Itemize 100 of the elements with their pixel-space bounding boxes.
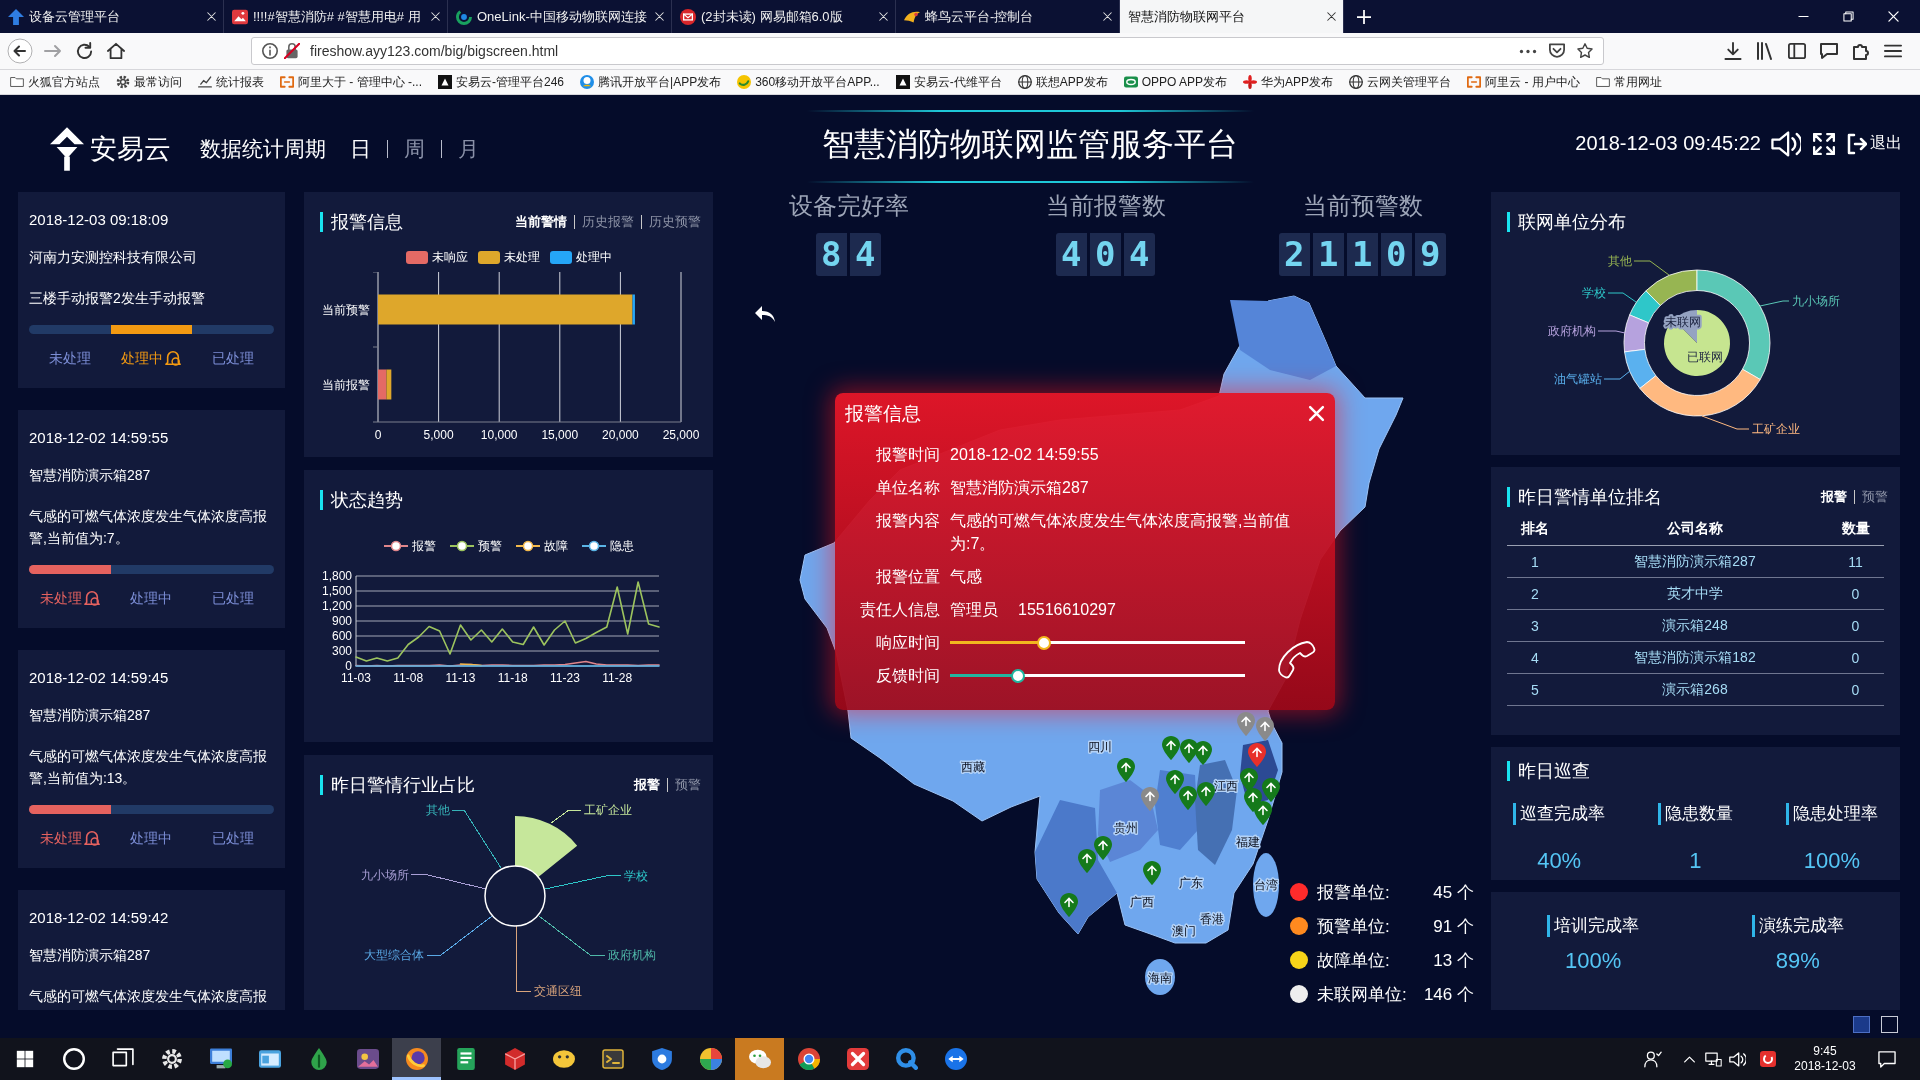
document-icon <box>454 1048 477 1070</box>
panel-tab[interactable]: 历史报警 <box>574 215 641 229</box>
extension-icon[interactable] <box>1852 42 1870 60</box>
status-step[interactable]: 处理中 <box>121 348 164 368</box>
table-cell-text: 0 <box>1850 681 1861 698</box>
bookmark-link[interactable]: 安易云-管理平台246 <box>438 73 565 91</box>
bookmark-link[interactable]: 腾讯开放平台|APP发布 <box>580 73 722 91</box>
gear-icon <box>160 1048 183 1070</box>
slider-thumb[interactable] <box>1010 668 1025 683</box>
segment-label: 九小场所 <box>1792 294 1840 308</box>
island-drawing <box>1253 853 1279 917</box>
insecure-lock-icon[interactable] <box>284 43 300 59</box>
tile-logo-icon[interactable] <box>1760 1051 1776 1067</box>
status-step[interactable]: 未处理 <box>39 588 82 608</box>
taskbar-button[interactable] <box>392 1038 441 1080</box>
back-icon[interactable] <box>7 38 33 64</box>
leader-line <box>1597 330 1626 334</box>
panel-tab[interactable]: 预警 <box>667 778 701 792</box>
legend-value: 146 个 <box>1423 983 1474 1006</box>
status-step[interactable]: 已处理 <box>212 588 255 608</box>
period-tab[interactable]: 月 <box>458 134 479 163</box>
bookmark-link[interactable]: 华为APP发布 <box>1243 73 1334 91</box>
terminal-icon <box>601 1048 624 1070</box>
status-step[interactable]: 处理中 <box>130 828 173 848</box>
pocket-icon[interactable] <box>1549 43 1565 59</box>
tab-close-icon[interactable] <box>1327 12 1336 21</box>
tick-label: 900 <box>331 614 352 628</box>
star-icon[interactable] <box>1577 43 1593 59</box>
segment-label: 其他 <box>1608 254 1632 268</box>
browser-tab[interactable]: 智慧消防物联网平台 <box>1120 0 1344 33</box>
chevron-up-icon[interactable] <box>1684 1055 1695 1063</box>
new-tab-icon[interactable] <box>1357 9 1371 24</box>
legend-label: 处理中 <box>575 248 612 266</box>
start-icon[interactable] <box>15 1050 34 1068</box>
panel-tab[interactable]: 报警 <box>627 778 667 792</box>
status-step[interactable]: 处理中 <box>130 588 173 608</box>
menu-icon[interactable] <box>1884 42 1902 60</box>
field-label: 反馈时间 <box>875 666 940 686</box>
table-cell-text: 演示箱248 <box>1661 616 1729 635</box>
download-icon[interactable] <box>1724 42 1742 60</box>
restore-icon[interactable] <box>1843 11 1854 22</box>
bookmark-link[interactable]: 统计报表 <box>198 73 264 91</box>
status-step[interactable]: 未处理 <box>48 348 91 368</box>
tick-label: 11-08 <box>393 671 424 685</box>
panel-tab[interactable]: 当前警情 <box>508 215 574 229</box>
bookmark-link[interactable]: 云网关管理平台 <box>1349 73 1452 91</box>
slider-thumb[interactable] <box>1037 635 1052 650</box>
bookmark-link[interactable]: 阿里云 - 用户中心 <box>1467 73 1580 91</box>
fullscreen-icon[interactable] <box>1813 132 1835 155</box>
alert-time: 2018-12-02 14:59:42 <box>29 908 170 928</box>
sector-label: 学校 <box>624 868 648 883</box>
bookmark-link[interactable]: 360移动开放平台APP... <box>737 73 880 91</box>
panel-tab[interactable]: 报警 <box>1814 490 1854 504</box>
current-datetime: 2018-12-03 09:45:22 <box>1575 132 1761 155</box>
bookmark-link[interactable]: 常用网址 <box>1595 73 1662 91</box>
home-icon[interactable] <box>107 42 125 60</box>
bookmark-link[interactable]: 联想APP发布 <box>1017 73 1108 91</box>
map-pin-icon[interactable] <box>1248 743 1266 767</box>
period-tab[interactable]: 日 <box>350 134 371 163</box>
map-pin-icon[interactable] <box>1256 717 1274 741</box>
panel-tab[interactable]: 历史预警 <box>641 215 701 229</box>
chat-icon[interactable] <box>1820 42 1838 60</box>
picture-icon <box>232 8 248 25</box>
ball-icon <box>699 1048 722 1070</box>
status-step[interactable]: 已处理 <box>212 828 255 848</box>
alert-text: 气感的可燃气体浓度发生气体浓度高报 <box>29 987 268 1006</box>
bookmark-link[interactable]: OPPO APP发布 <box>1123 73 1228 91</box>
bookmark-link[interactable]: 阿里大于 - 管理中心 -... <box>280 73 422 91</box>
info-icon[interactable] <box>262 43 278 59</box>
speaker-icon[interactable] <box>1771 129 1801 158</box>
more-icon[interactable] <box>1519 48 1537 54</box>
notification-icon[interactable] <box>1878 1050 1896 1068</box>
alert-text: 气感的可燃气体浓度发生气体浓度高报警,当前值为:7。 <box>29 507 268 548</box>
close-icon[interactable] <box>1888 11 1899 22</box>
person-icon[interactable] <box>1644 1050 1662 1068</box>
undo-arrow-icon[interactable] <box>754 305 776 323</box>
speaker-icon[interactable] <box>1729 1051 1746 1067</box>
map-pin-icon[interactable] <box>1262 778 1280 802</box>
status-step[interactable]: 未处理 <box>39 828 82 848</box>
bookmark-link[interactable]: 火狐官方站点 <box>10 73 100 91</box>
logout-button[interactable]: 退出 <box>1847 132 1902 155</box>
panel-tab[interactable]: 预警 <box>1854 490 1888 504</box>
metric-value: 89% <box>1775 948 1820 974</box>
bookmark-link[interactable]: 最常访问 <box>116 73 182 91</box>
field-label: 报警位置 <box>875 567 940 587</box>
sidebar-icon[interactable] <box>1788 42 1806 60</box>
logo-icon <box>50 126 84 171</box>
bookmark-link[interactable]: 安易云-代维平台 <box>895 73 1002 91</box>
library-icon[interactable] <box>1756 42 1774 60</box>
period-tab[interactable]: 周 <box>404 134 425 163</box>
map-pin-icon[interactable] <box>1254 801 1272 825</box>
status-step[interactable]: 已处理 <box>212 348 255 368</box>
search-icon[interactable] <box>62 1048 85 1070</box>
reload-icon[interactable] <box>76 42 94 60</box>
legend-label: 报警 <box>411 537 436 555</box>
clock[interactable]: 9:45 2018-12-03 <box>1793 1044 1857 1074</box>
metric-label: 隐患处理率 <box>1785 803 1878 825</box>
page-indicator[interactable] <box>1881 1015 1898 1033</box>
address-field[interactable]: fireshow.ayy123.com/big/bigscreen.html <box>251 37 1604 65</box>
network-icon[interactable] <box>1705 1051 1722 1067</box>
